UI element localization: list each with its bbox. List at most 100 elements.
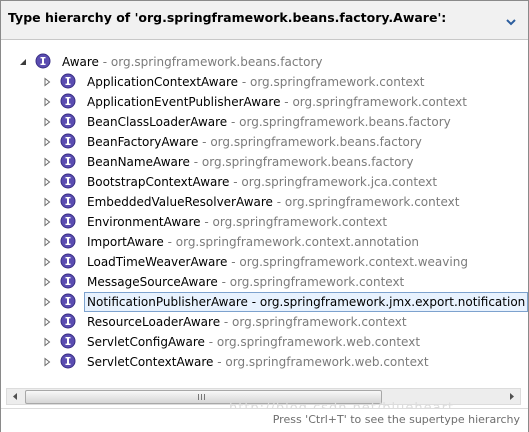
type-name: EnvironmentAware bbox=[87, 215, 201, 229]
twisty-collapsed-icon[interactable] bbox=[42, 356, 52, 367]
twisty-collapsed-icon[interactable] bbox=[42, 176, 52, 187]
twisty-collapsed-icon[interactable] bbox=[42, 196, 52, 207]
interface-icon bbox=[60, 293, 76, 309]
interface-icon bbox=[60, 173, 76, 189]
type-name: BeanNameAware bbox=[87, 155, 190, 169]
type-name: NotificationPublisherAware bbox=[87, 295, 248, 309]
tree-item-label[interactable]: ServletConfigAware - org.springframework… bbox=[84, 332, 423, 352]
twisty-collapsed-icon[interactable] bbox=[42, 256, 52, 267]
twisty-expanded-icon[interactable] bbox=[18, 56, 28, 66]
tree-item-label[interactable]: ApplicationContextAware - org.springfram… bbox=[84, 72, 428, 92]
package-name: org.springframework.beans.factory bbox=[239, 115, 451, 129]
tree-item-label[interactable]: ApplicationEventPublisherAware - org.spr… bbox=[84, 92, 470, 112]
type-name: EmbeddedValueResolverAware bbox=[87, 195, 273, 209]
view-menu-button[interactable] bbox=[504, 13, 518, 26]
package-separator: - bbox=[163, 235, 176, 249]
package-name: org.springframework.web.context bbox=[225, 355, 429, 369]
status-hint: Press 'Ctrl+T' to see the supertype hier… bbox=[272, 413, 520, 426]
interface-icon bbox=[60, 313, 76, 329]
tree-item-row[interactable]: EnvironmentAware - org.springframework.c… bbox=[1, 211, 528, 231]
tree-item-row[interactable]: ServletContextAware - org.springframewor… bbox=[1, 351, 528, 371]
tree-item-label[interactable]: MessageSourceAware - org.springframework… bbox=[84, 272, 407, 292]
package-separator: - bbox=[227, 115, 240, 129]
package-separator: - bbox=[217, 275, 230, 289]
twisty-collapsed-icon[interactable] bbox=[42, 236, 52, 247]
package-separator: - bbox=[238, 75, 250, 89]
tree-item-label[interactable]: LoadTimeWeaverAware - org.springframewor… bbox=[84, 252, 471, 272]
tree-item-label[interactable]: ImportAware - org.springframework.contex… bbox=[84, 232, 422, 252]
twisty-collapsed-icon[interactable] bbox=[42, 96, 52, 107]
twisty-collapsed-icon[interactable] bbox=[42, 336, 52, 347]
package-name: org.springframework.beans.factory bbox=[201, 155, 414, 169]
package-name: org.springframework.context bbox=[229, 275, 405, 289]
tree-item-row[interactable]: BeanFactoryAware - org.springframework.b… bbox=[1, 131, 528, 151]
tree-item-row[interactable]: BootstrapContextAware - org.springframew… bbox=[1, 171, 528, 191]
interface-icon bbox=[60, 73, 76, 89]
twisty-collapsed-icon[interactable] bbox=[42, 156, 52, 167]
interface-icon bbox=[60, 133, 76, 149]
package-separator: - bbox=[247, 295, 260, 309]
tree-item-label[interactable]: EmbeddedValueResolverAware - org.springf… bbox=[84, 192, 462, 212]
interface-icon bbox=[60, 253, 76, 269]
hierarchy-tree[interactable]: Aware - org.springframework.beans.factor… bbox=[1, 41, 528, 386]
interface-icon bbox=[60, 113, 76, 129]
package-separator: - bbox=[200, 215, 213, 229]
package-separator: - bbox=[98, 55, 111, 69]
type-name: ServletConfigAware bbox=[87, 335, 205, 349]
tree-root-label[interactable]: Aware - org.springframework.beans.factor… bbox=[59, 52, 326, 72]
interface-icon bbox=[60, 153, 76, 169]
scroll-left-arrow[interactable] bbox=[7, 389, 23, 404]
tree-item-row[interactable]: NotificationPublisherAware - org.springf… bbox=[1, 291, 528, 312]
tree-item-row[interactable]: BeanClassLoaderAware - org.springframewo… bbox=[1, 111, 528, 131]
type-hierarchy-popup: Type hierarchy of 'org.springframework.b… bbox=[0, 0, 529, 432]
tree-item-label[interactable]: ServletContextAware - org.springframewor… bbox=[84, 352, 432, 372]
twisty-collapsed-icon[interactable] bbox=[42, 136, 52, 147]
tree-item-row[interactable]: MessageSourceAware - org.springframework… bbox=[1, 271, 528, 291]
type-name: LoadTimeWeaverAware bbox=[87, 255, 228, 269]
package-separator: - bbox=[213, 355, 226, 369]
tree-item-label[interactable]: BootstrapContextAware - org.springframew… bbox=[84, 172, 440, 192]
tree-root-row[interactable]: Aware - org.springframework.beans.factor… bbox=[1, 51, 528, 71]
type-name: ResourceLoaderAware bbox=[87, 315, 221, 329]
twisty-collapsed-icon[interactable] bbox=[42, 316, 52, 327]
type-name: ServletContextAware bbox=[87, 355, 214, 369]
tree-item-row[interactable]: EmbeddedValueResolverAware - org.springf… bbox=[1, 191, 528, 211]
tree-item-row[interactable]: ServletConfigAware - org.springframework… bbox=[1, 331, 528, 351]
package-name: org.springframework.beans.factory bbox=[110, 55, 323, 69]
tree-item-row[interactable]: LoadTimeWeaverAware - org.springframewor… bbox=[1, 251, 528, 271]
tree-item-row[interactable]: BeanNameAware - org.springframework.bean… bbox=[1, 151, 528, 171]
tree-item-row[interactable]: ApplicationEventPublisherAware - org.spr… bbox=[1, 91, 528, 111]
package-name: org.springframework.context bbox=[232, 315, 407, 329]
package-separator: - bbox=[272, 195, 285, 209]
package-separator: - bbox=[204, 335, 217, 349]
package-name: org.springframework.context bbox=[212, 215, 388, 229]
tree-item-label[interactable]: NotificationPublisherAware - org.springf… bbox=[84, 292, 528, 312]
tree-item-row[interactable]: ApplicationContextAware - org.springfram… bbox=[1, 71, 528, 91]
twisty-collapsed-icon[interactable] bbox=[42, 276, 52, 287]
tree-item-label[interactable]: EnvironmentAware - org.springframework.c… bbox=[84, 212, 390, 232]
type-name: BootstrapContextAware bbox=[87, 175, 230, 189]
scroll-right-arrow[interactable] bbox=[504, 389, 520, 404]
twisty-collapsed-icon[interactable] bbox=[42, 216, 52, 227]
tree-item-label[interactable]: BeanFactoryAware - org.springframework.b… bbox=[84, 132, 425, 152]
package-name: org.springframework.context.annotation bbox=[175, 235, 420, 249]
package-separator: - bbox=[227, 255, 240, 269]
package-name: org.springframework.jca.context bbox=[241, 175, 438, 189]
type-name: MessageSourceAware bbox=[87, 275, 218, 289]
tree-item-label[interactable]: BeanClassLoaderAware - org.springframewo… bbox=[84, 112, 454, 132]
tree-item-label[interactable]: ResourceLoaderAware - org.springframewor… bbox=[84, 312, 410, 332]
package-separator: - bbox=[229, 175, 242, 189]
tree-item-row[interactable]: ImportAware - org.springframework.contex… bbox=[1, 231, 528, 251]
twisty-collapsed-icon[interactable] bbox=[42, 296, 52, 307]
tree-item-label[interactable]: BeanNameAware - org.springframework.bean… bbox=[84, 152, 416, 172]
twisty-collapsed-icon[interactable] bbox=[42, 116, 52, 127]
interface-icon bbox=[60, 233, 76, 249]
interface-icon bbox=[60, 333, 76, 349]
tree-item-row[interactable]: ResourceLoaderAware - org.springframewor… bbox=[1, 311, 528, 331]
type-name: Aware bbox=[62, 55, 99, 69]
type-name: BeanClassLoaderAware bbox=[87, 115, 228, 129]
package-name: org.springframework.context.weaving bbox=[239, 255, 468, 269]
interface-icon bbox=[35, 53, 51, 69]
twisty-collapsed-icon[interactable] bbox=[42, 76, 52, 87]
chevron-right-icon bbox=[510, 393, 514, 400]
